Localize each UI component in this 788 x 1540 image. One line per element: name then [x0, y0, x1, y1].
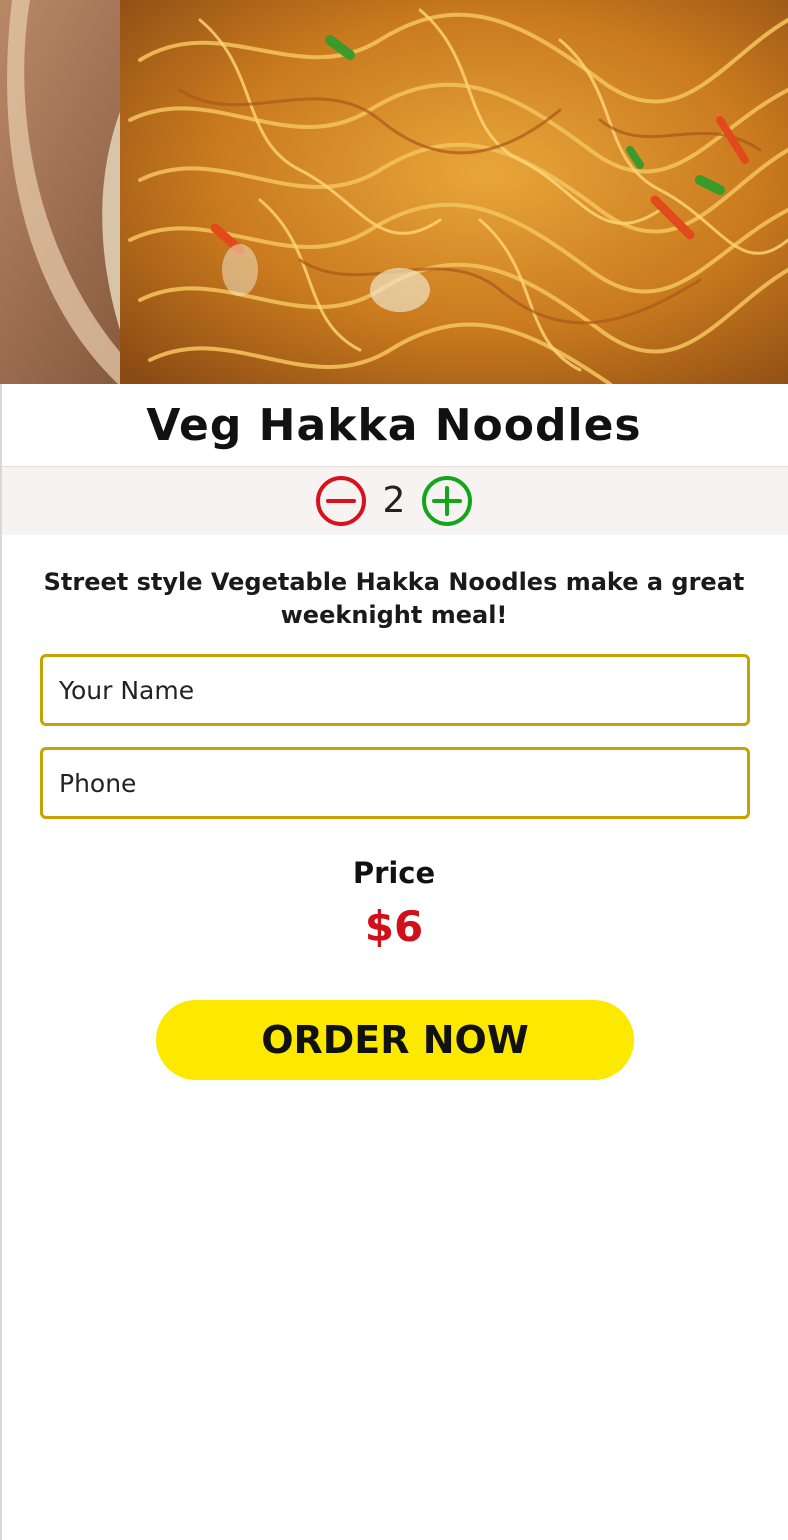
quantity-stepper: 2 — [0, 466, 788, 535]
product-image — [0, 0, 788, 384]
price-value: $6 — [364, 902, 424, 951]
price-label: Price — [352, 856, 436, 890]
title-bar: Veg Hakka Noodles — [0, 384, 788, 466]
product-description: Street style Vegetable Hakka Noodles mak… — [43, 568, 745, 629]
phone-input[interactable] — [40, 747, 750, 819]
name-input[interactable] — [40, 654, 750, 726]
increment-button[interactable] — [421, 475, 473, 527]
decrement-button[interactable] — [315, 475, 367, 527]
order-now-button[interactable]: ORDER NOW — [156, 1000, 634, 1080]
minus-circle-icon — [316, 476, 366, 526]
plus-circle-icon — [422, 476, 472, 526]
page-edge-divider — [0, 384, 2, 1540]
product-title: Veg Hakka Noodles — [146, 400, 642, 451]
quantity-value: 2 — [382, 480, 406, 521]
